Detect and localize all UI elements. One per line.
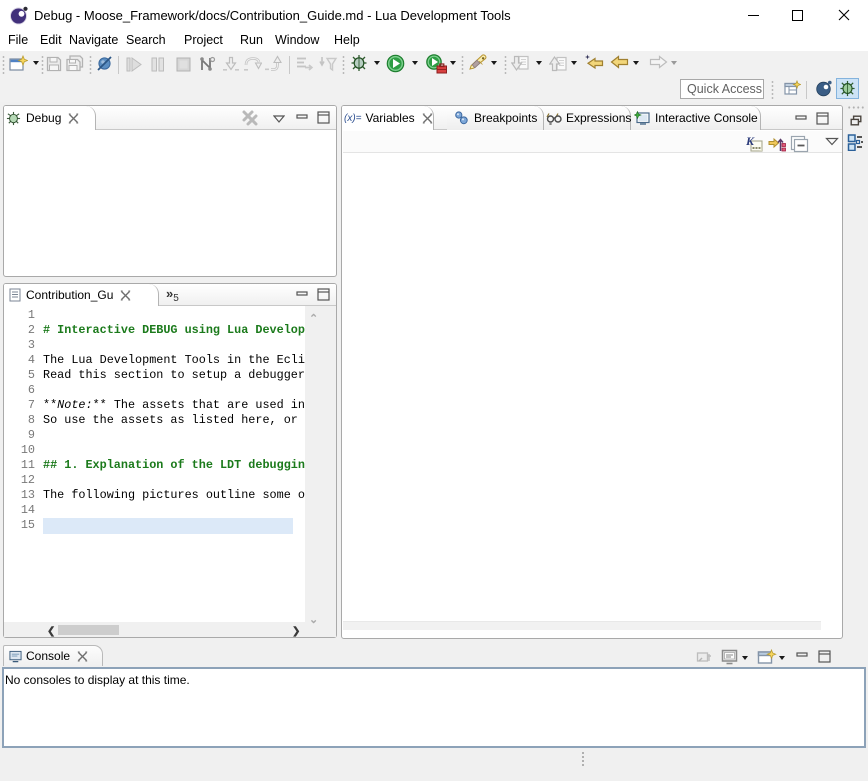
svg-text:K: K [746,135,755,148]
